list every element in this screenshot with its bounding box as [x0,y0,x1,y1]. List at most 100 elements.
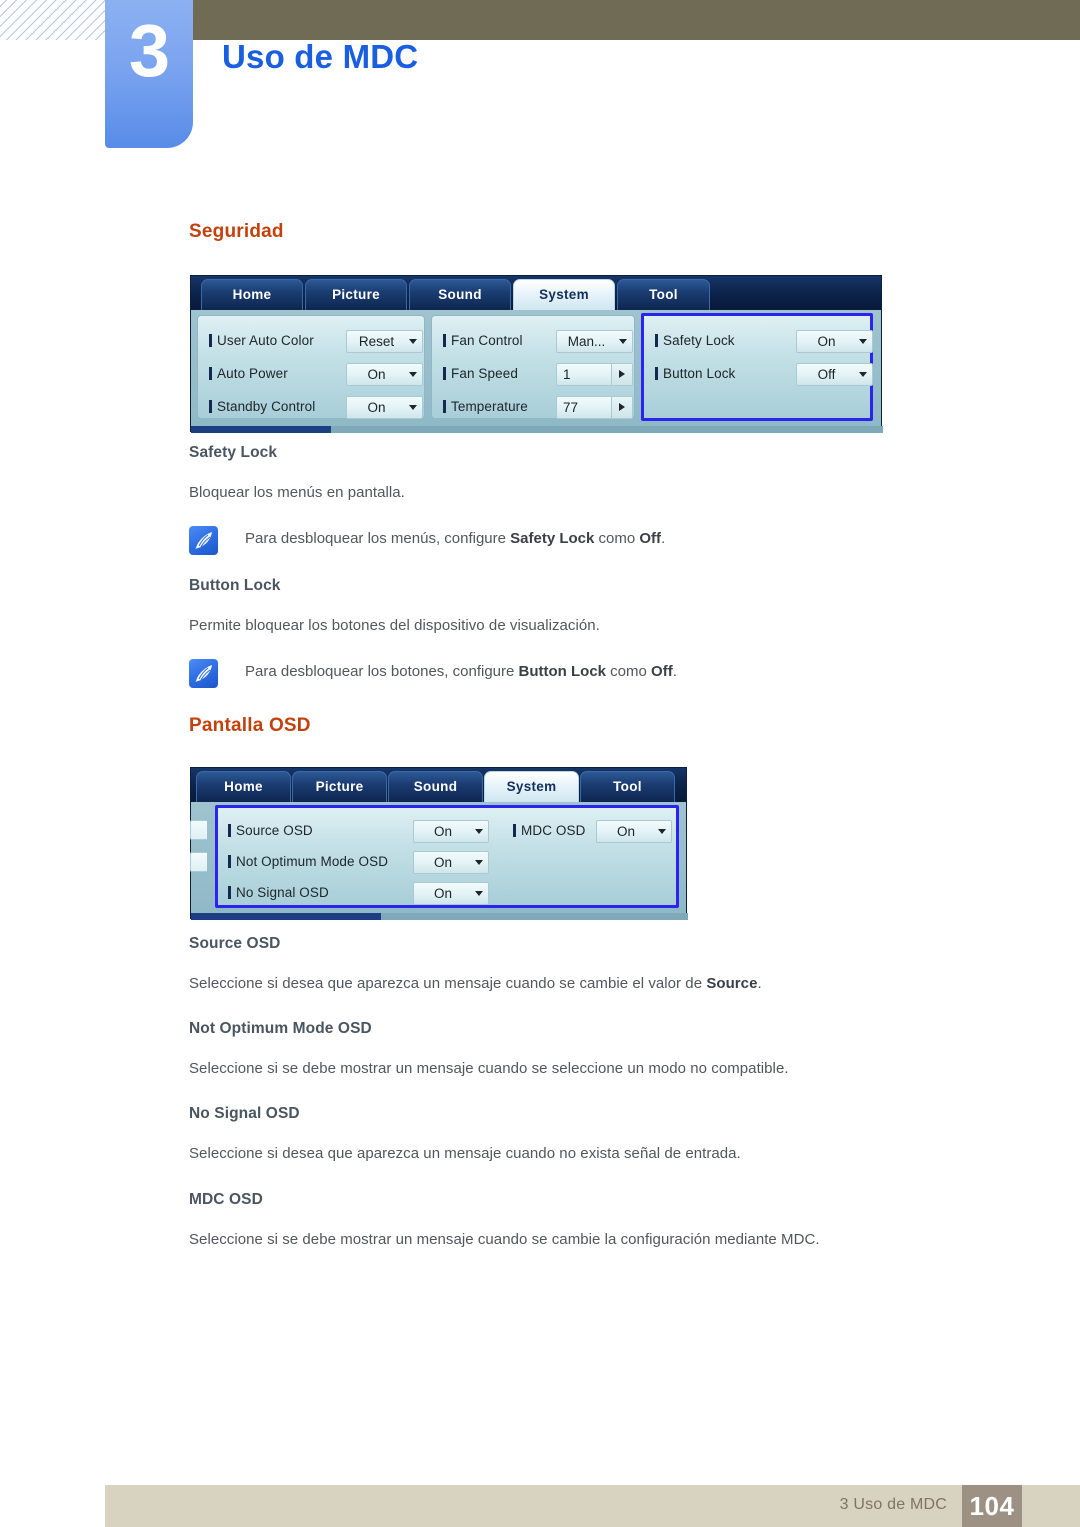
topic-title-not-optimum-mode-osd: Not Optimum Mode OSD [189,1020,372,1037]
mdc-osd-screenshot: Home Picture Sound System Tool Source OS… [190,767,688,920]
spinner-temperature[interactable]: 77 [556,396,633,419]
spinner-fan-speed[interactable]: 1 [556,363,633,386]
topic-title-source-osd: Source OSD [189,935,281,952]
mdc-scroll-track[interactable] [331,426,883,433]
topic-body-no-signal-osd: Seleccione si desea que aparezca un mens… [189,1145,741,1162]
note-mid: como [606,663,652,680]
note-suffix: . [661,530,666,547]
mdc-panel-middle: Fan Control Man... Fan Speed 1 Temperatu… [431,315,635,419]
header-bar [106,0,1080,40]
note-suffix: . [672,663,677,680]
dropdown-source-osd[interactable]: On [413,820,489,843]
note-quill-icon [189,526,218,555]
topic-body-source-osd: Seleccione si desea que aparezca un mens… [189,975,762,992]
page-title: Uso de MDC [222,38,419,75]
dropdown-safety-lock[interactable]: On [796,330,873,353]
mdc-tab-sound[interactable]: Sound [388,771,483,802]
mdc-tab-bar: Home Picture Sound System Tool [191,768,686,802]
mdc-tab-picture[interactable]: Picture [305,279,407,310]
control-label: Standby Control [209,399,315,414]
spinner-increment-button[interactable] [611,397,632,418]
mdc-scroll-indicator[interactable] [191,913,381,920]
control-label: Button Lock [655,366,735,381]
dropdown-button-lock[interactable]: Off [796,363,873,386]
chevron-down-icon [409,405,417,410]
section-heading-pantalla-osd: Pantalla OSD [189,715,311,736]
note-bold-term: Safety Lock [510,530,595,547]
mdc-content-area: User Auto Color Reset Auto Power On Stan… [191,310,883,433]
control-label: Temperature [443,399,528,414]
chapter-tab: 3 [105,0,193,148]
note-text-safety-lock: Para desbloquear los menús, configure Sa… [245,530,665,547]
chevron-down-icon [475,891,483,896]
chevron-down-icon [409,372,417,377]
topic-body-not-optimum-mode-osd: Seleccione si se debe mostrar un mensaje… [189,1060,789,1077]
document-page: 3 Uso de MDC Seguridad Home Picture Soun… [0,0,1080,1527]
dropdown-fan-control[interactable]: Man... [556,330,633,353]
chevron-down-icon [475,860,483,865]
dropdown-user-auto-color[interactable]: Reset [346,330,423,353]
footer-chapter-label: 3 Uso de MDC [839,1496,947,1513]
chevron-down-icon [475,829,483,834]
control-label: Source OSD [228,823,313,838]
chevron-down-icon [409,339,417,344]
mdc-tab-tool[interactable]: Tool [617,279,710,310]
control-label: Not Optimum Mode OSD [228,854,388,869]
chevron-right-icon [619,403,625,411]
control-label: User Auto Color [209,333,314,348]
topic-body-button-lock: Permite bloquear los botones del disposi… [189,617,600,634]
mdc-clipped-control-top [190,820,207,840]
chevron-down-icon [859,339,867,344]
mdc-tab-system[interactable]: System [484,771,579,802]
note-mid: como [594,530,640,547]
mdc-scroll-track[interactable] [381,913,688,920]
note-bold-value: Off [639,530,662,547]
topic-title-safety-lock: Safety Lock [189,444,278,461]
dropdown-mdc-osd[interactable]: On [596,820,672,843]
note-quill-icon [189,659,218,688]
topic-title-no-signal-osd: No Signal OSD [189,1105,300,1122]
note-text-button-lock: Para desbloquear los botones, configure … [245,663,677,680]
body-suffix: . [757,975,762,992]
topic-title-button-lock: Button Lock [189,577,281,594]
body-prefix: Seleccione si desea que aparezca un mens… [189,975,707,992]
mdc-system-screenshot: Home Picture Sound System Tool User Auto… [190,275,883,433]
dropdown-no-signal-osd[interactable]: On [413,882,489,905]
note-bold-value: Off [651,663,673,680]
footer-bar: 3 Uso de MDC 104 [105,1485,1080,1527]
mdc-panel-right-highlighted: Safety Lock On Button Lock Off [641,313,873,421]
control-label: Safety Lock [655,333,735,348]
topic-body-safety-lock: Bloquear los menús en pantalla. [189,484,405,501]
spinner-increment-button[interactable] [611,364,632,385]
control-label: MDC OSD [513,823,585,838]
mdc-tab-picture[interactable]: Picture [292,771,387,802]
note-prefix: Para desbloquear los menús, configure [245,530,511,547]
topic-body-mdc-osd: Seleccione si se debe mostrar un mensaje… [189,1231,820,1248]
note-prefix: Para desbloquear los botones, configure [245,663,519,680]
chevron-down-icon [859,372,867,377]
mdc-scroll-indicator[interactable] [191,426,331,433]
mdc-tab-sound[interactable]: Sound [409,279,511,310]
control-label: Fan Speed [443,366,518,381]
control-label: No Signal OSD [228,885,329,900]
mdc-content-area: Source OSD On Not Optimum Mode OSD On No… [190,802,688,920]
dropdown-auto-power[interactable]: On [346,363,423,386]
section-heading-seguridad: Seguridad [189,221,284,242]
mdc-tab-tool[interactable]: Tool [580,771,675,802]
topic-title-mdc-osd: MDC OSD [189,1191,263,1208]
page-number: 104 [962,1485,1022,1527]
mdc-clipped-control-bottom [190,852,207,872]
chevron-down-icon [658,829,666,834]
mdc-tab-home[interactable]: Home [196,771,291,802]
mdc-panel-left: User Auto Color Reset Auto Power On Stan… [197,315,425,419]
dropdown-not-optimum-mode-osd[interactable]: On [413,851,489,874]
hatch-pattern-decoration [0,0,106,40]
dropdown-standby-control[interactable]: On [346,396,423,419]
body-bold-term: Source [706,975,758,992]
chevron-right-icon [619,370,625,378]
note-bold-term: Button Lock [518,663,607,680]
mdc-tab-home[interactable]: Home [201,279,303,310]
chevron-down-icon [619,339,627,344]
mdc-tab-bar: Home Picture Sound System Tool [191,276,881,310]
mdc-tab-system[interactable]: System [513,279,615,310]
